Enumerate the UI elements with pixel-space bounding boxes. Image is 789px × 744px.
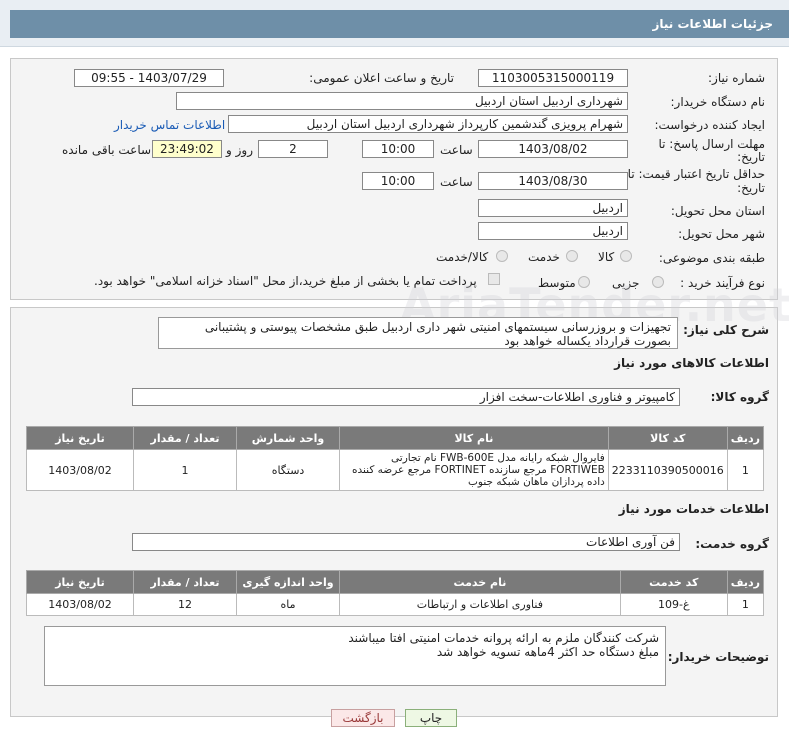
- notes-line-2: مبلغ دستگاه حد اکثر 4ماهه تسویه خواهد شد: [436, 645, 659, 659]
- days-field: 2: [258, 140, 328, 158]
- col-name: نام کالا: [339, 426, 609, 450]
- summary-field: تجهیزات و بروزرسانی سیستمهای امنیتی شهر …: [158, 317, 678, 349]
- service-row: 1: [726, 593, 765, 616]
- col-code: کد خدمت: [619, 570, 728, 594]
- col-name: نام خدمت: [339, 570, 621, 594]
- summary-label: شرح کلی نیاز:: [683, 323, 769, 337]
- category-service-label: خدمت: [528, 250, 560, 264]
- category-goods-service-radio[interactable]: [496, 250, 508, 262]
- announce-label: تاریخ و ساعت اعلان عمومی:: [309, 71, 454, 85]
- col-unit: واحد شمارش: [236, 426, 340, 450]
- goods-unit: دستگاه: [236, 449, 340, 491]
- requester-label: ایجاد کننده درخواست:: [654, 118, 765, 132]
- col-code: کد کالا: [607, 426, 728, 450]
- goods-row: 1: [726, 449, 765, 491]
- goods-name: فایروال شبکه رایانه مدل FWB-600E نام تجا…: [339, 449, 609, 491]
- services-section-title: اطلاعات خدمات مورد نیاز: [618, 502, 769, 516]
- deadline-time-label: ساعت: [440, 143, 473, 157]
- deadline-time-field: 10:00: [362, 140, 434, 158]
- buyer-contact-link[interactable]: اطلاعات تماس خریدار: [114, 118, 225, 132]
- col-date: تاریخ نیاز: [26, 570, 134, 594]
- category-goods-service-label: کالا/خدمت: [436, 250, 489, 264]
- page-title: جزئیات اطلاعات نیاز: [10, 10, 789, 38]
- notes-label: توضیحات خریدار:: [667, 650, 769, 664]
- services-table-header: تاریخ نیاز تعداد / مقدار واحد اندازه گیر…: [26, 570, 765, 594]
- announce-field: 1403/07/29 - 09:55: [74, 69, 224, 87]
- col-row: ردیف: [726, 570, 765, 594]
- remaining-label: ساعت باقی مانده: [62, 143, 152, 157]
- requester-field: شهرام پرویزی گندشمین کارپرداز شهرداری ار…: [228, 115, 628, 133]
- col-date: تاریخ نیاز: [26, 426, 134, 450]
- validity-time-field: 10:00: [362, 172, 434, 190]
- city-field: اردبیل: [478, 222, 628, 240]
- deadline-label: مهلت ارسال پاسخ: تا تاریخ:: [658, 137, 765, 164]
- goods-group-label: گروه کالا:: [710, 390, 769, 404]
- validity-time-label: ساعت: [440, 175, 473, 189]
- province-label: استان محل تحویل:: [670, 204, 765, 218]
- buyer-field: شهرداری اردبیل استان اردبیل: [176, 92, 628, 110]
- notes-line-1: شرکت کنندگان ملزم به ارائه پروانه خدمات …: [348, 631, 659, 645]
- col-unit: واحد اندازه گیری: [236, 570, 340, 594]
- table-row: 1403/08/02 1 دستگاه فایروال شبکه رایانه …: [26, 449, 765, 491]
- category-goods-label: کالا: [598, 250, 615, 264]
- validity-date-field: 1403/08/30: [478, 172, 628, 190]
- page-header: جزئیات اطلاعات نیاز: [0, 0, 789, 47]
- goods-qty: 1: [133, 449, 237, 491]
- goods-table: تاریخ نیاز تعداد / مقدار واحد شمارش نام …: [26, 426, 765, 491]
- goods-code: 2233110390500016: [607, 449, 728, 491]
- service-qty: 12: [133, 593, 237, 616]
- goods-table-header: تاریخ نیاز تعداد / مقدار واحد شمارش نام …: [26, 426, 765, 450]
- table-row: 1403/08/02 12 ماه فناوری اطلاعات و ارتبا…: [26, 593, 765, 616]
- validity-label: حداقل تاریخ اعتبار قیمت: تا تاریخ:: [627, 167, 765, 195]
- category-service-radio[interactable]: [566, 250, 578, 262]
- category-goods-radio[interactable]: [620, 250, 632, 262]
- service-code: غ-109: [619, 593, 728, 616]
- service-name: فناوری اطلاعات و ارتباطات: [339, 593, 621, 616]
- service-unit: ماه: [236, 593, 340, 616]
- col-row: ردیف: [726, 426, 765, 450]
- col-qty: تعداد / مقدار: [133, 426, 237, 450]
- city-label: شهر محل تحویل:: [678, 227, 765, 241]
- category-label: طبقه بندی موضوعی:: [658, 251, 765, 265]
- remaining-time-field: 23:49:02: [152, 140, 222, 158]
- need-number-field: 1103005315000119: [478, 69, 628, 87]
- service-date: 1403/08/02: [26, 593, 134, 616]
- buyer-label: نام دستگاه خریدار:: [670, 95, 766, 109]
- services-group-field: فن آوری اطلاعات: [132, 533, 680, 551]
- services-group-label: گروه خدمت:: [695, 537, 769, 551]
- print-button[interactable]: چاپ: [405, 709, 457, 727]
- goods-group-field: کامپیوتر و فناوری اطلاعات-سخت افزار: [132, 388, 680, 406]
- col-qty: تعداد / مقدار: [133, 570, 237, 594]
- province-field: اردبیل: [478, 199, 628, 217]
- notes-field: شرکت کنندگان ملزم به ارائه پروانه خدمات …: [44, 626, 666, 686]
- need-number-label: شماره نیاز:: [708, 71, 765, 85]
- deadline-date-field: 1403/08/02: [478, 140, 628, 158]
- back-button[interactable]: بازگشت: [331, 709, 395, 727]
- days-label: روز و: [226, 143, 253, 157]
- goods-section-title: اطلاعات کالاهای مورد نیاز: [614, 356, 769, 370]
- services-table: تاریخ نیاز تعداد / مقدار واحد اندازه گیر…: [26, 570, 765, 616]
- goods-date: 1403/08/02: [26, 449, 134, 491]
